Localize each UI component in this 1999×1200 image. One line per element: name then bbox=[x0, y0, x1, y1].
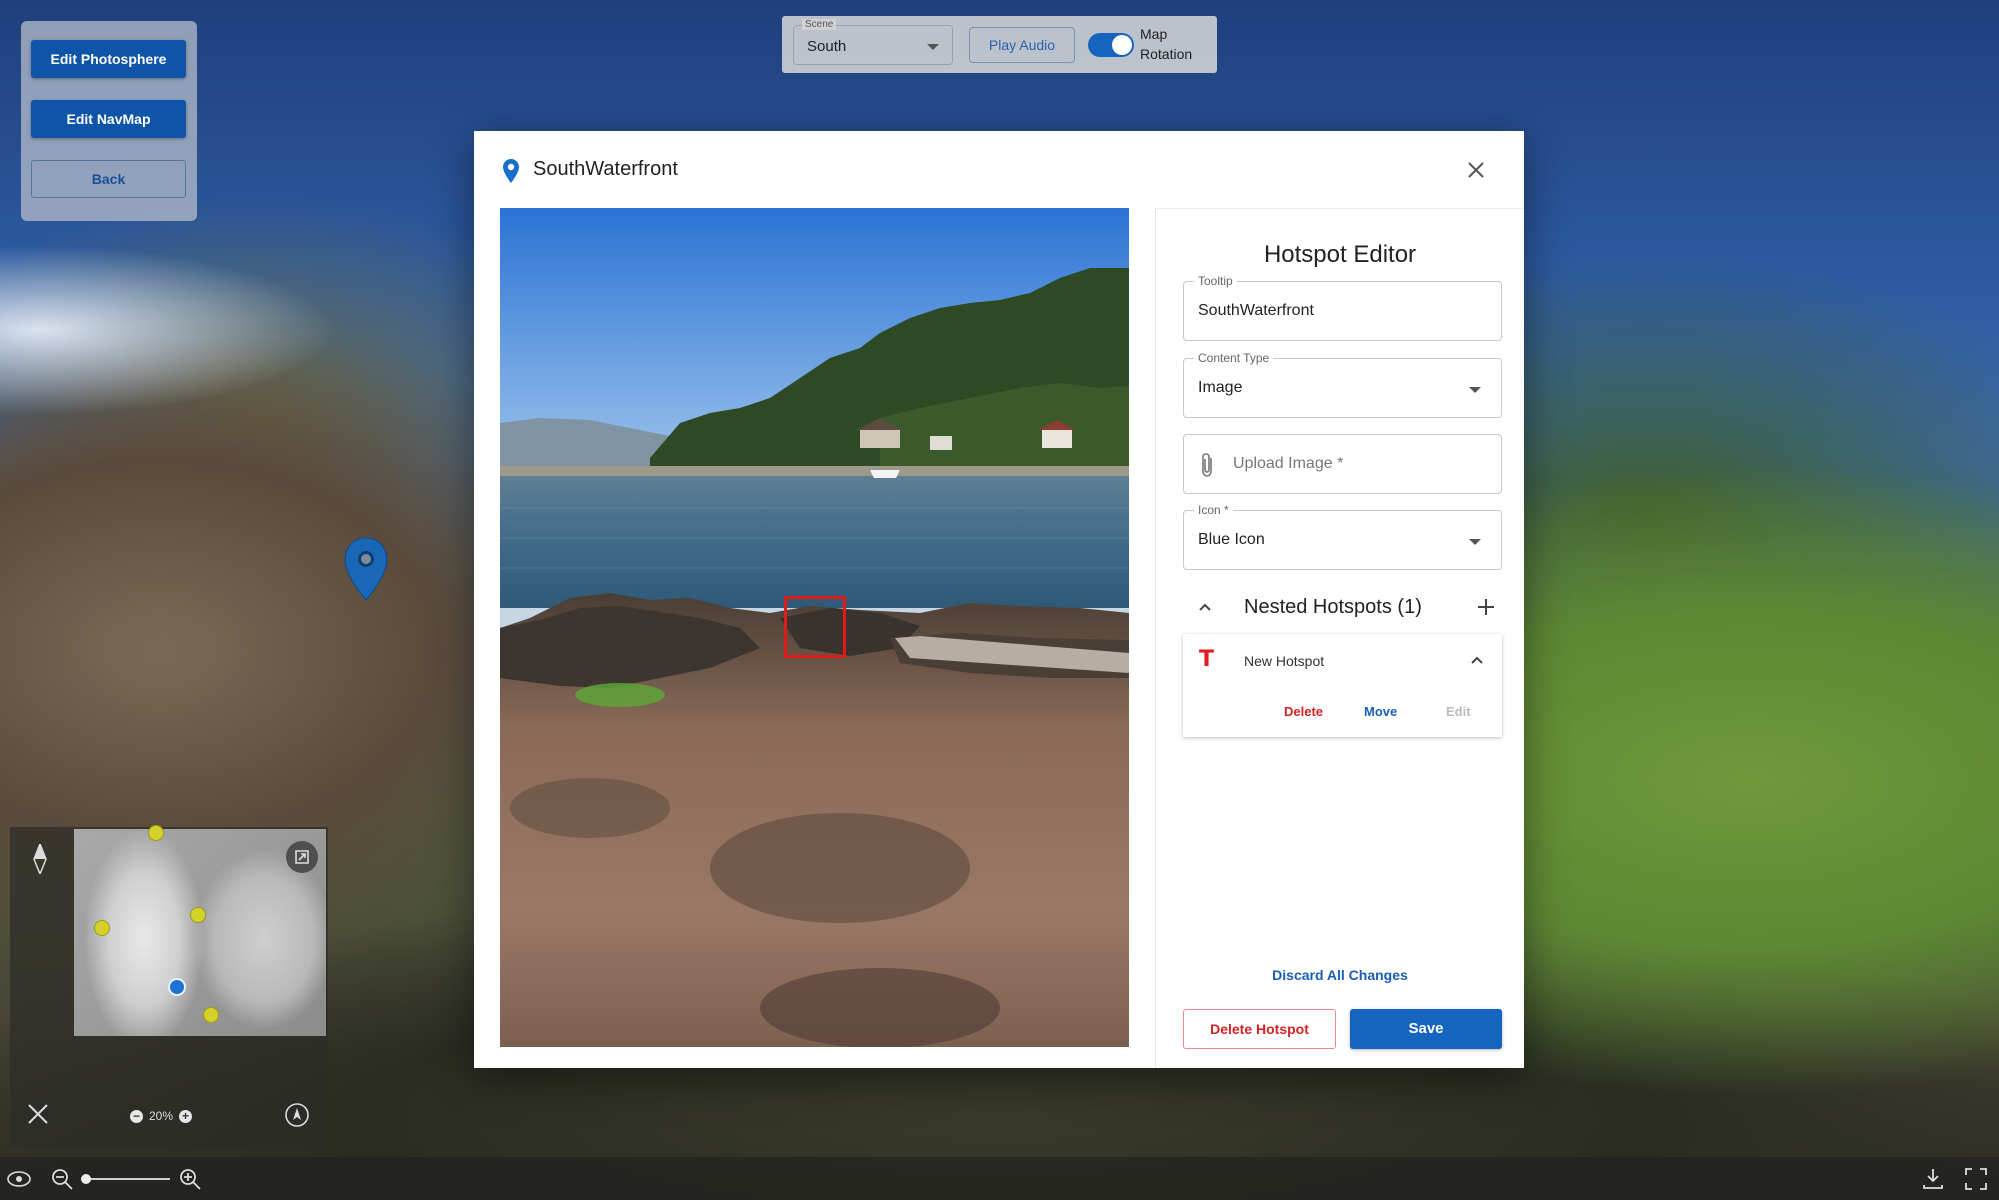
minimap-zoom-controls: − 20% + bbox=[130, 1109, 193, 1123]
map-hotspot-dot[interactable] bbox=[148, 825, 164, 841]
scene-select-value: South bbox=[807, 38, 847, 55]
tooltip-value: SouthWaterfront bbox=[1198, 302, 1314, 319]
nested-hotspots-title: Nested Hotspots (1) bbox=[1244, 596, 1422, 618]
zoom-slider-thumb[interactable] bbox=[81, 1174, 91, 1184]
minimap-image[interactable] bbox=[74, 825, 326, 1036]
viewer-toolbar bbox=[0, 1157, 1999, 1200]
content-type-select[interactable]: Content Type Image bbox=[1183, 351, 1502, 418]
upload-image-field[interactable]: Upload Image * bbox=[1183, 434, 1502, 494]
nested-hotspot-item[interactable]: T New Hotspot Delete Move Edit bbox=[1183, 634, 1502, 737]
close-map-icon[interactable] bbox=[26, 1102, 50, 1126]
discard-changes-button[interactable]: Discard All Changes bbox=[1156, 967, 1524, 983]
caret-down-icon bbox=[927, 44, 939, 50]
edit-panel: Edit Photosphere Edit NavMap Back bbox=[21, 21, 197, 221]
add-nested-hotspot-icon[interactable] bbox=[1476, 597, 1496, 617]
icon-value: Blue Icon bbox=[1198, 531, 1265, 548]
locate-icon[interactable] bbox=[283, 1101, 311, 1129]
minimap-panel: − 20% + bbox=[10, 825, 328, 1147]
nested-hotspots-header: Nested Hotspots (1) bbox=[1183, 587, 1502, 627]
zoom-slider[interactable] bbox=[85, 1178, 170, 1180]
nested-hotspot-name: New Hotspot bbox=[1244, 653, 1325, 669]
minimap-zoom-level: 20% bbox=[149, 1109, 174, 1123]
editor-heading: Hotspot Editor bbox=[1263, 241, 1417, 268]
hotspot-pin-icon[interactable] bbox=[343, 536, 389, 602]
chevron-up-icon[interactable] bbox=[1197, 599, 1213, 615]
caret-down-icon bbox=[1469, 539, 1481, 545]
icon-select[interactable]: Icon * Blue Icon bbox=[1183, 503, 1502, 570]
play-audio-button[interactable]: Play Audio bbox=[969, 27, 1075, 63]
scene-toolbar: Scene South Play Audio Map Rotation bbox=[782, 16, 1217, 73]
back-button[interactable]: Back bbox=[31, 160, 186, 198]
nested-hotspot-marker[interactable] bbox=[784, 596, 846, 658]
content-type-value: Image bbox=[1198, 379, 1243, 396]
map-rotation-toggle[interactable] bbox=[1088, 33, 1134, 57]
fullscreen-icon[interactable] bbox=[1963, 1166, 1989, 1192]
toggle-knob bbox=[1112, 35, 1132, 55]
icon-label: Icon * bbox=[1194, 503, 1233, 517]
text-type-icon: T bbox=[1199, 647, 1215, 672]
download-icon[interactable] bbox=[1920, 1166, 1946, 1192]
view-icon[interactable] bbox=[6, 1166, 32, 1192]
modal-header: SouthWaterfront bbox=[474, 131, 1524, 207]
upload-image-placeholder: Upload Image * bbox=[1233, 455, 1344, 472]
paperclip-icon bbox=[1202, 453, 1212, 477]
modal-title: SouthWaterfront bbox=[533, 158, 678, 180]
expand-icon bbox=[295, 850, 309, 864]
map-hotspot-dot[interactable] bbox=[190, 907, 206, 923]
hotspot-editor-panel: Hotspot Editor Tooltip SouthWaterfront C… bbox=[1155, 208, 1524, 1068]
content-type-label: Content Type bbox=[1194, 351, 1274, 365]
edit-photosphere-button[interactable]: Edit Photosphere bbox=[31, 40, 186, 78]
zoom-in-icon[interactable] bbox=[177, 1166, 203, 1192]
location-pin-icon bbox=[503, 159, 519, 183]
delete-hotspot-button[interactable]: Delete Hotspot bbox=[1183, 1009, 1336, 1049]
nested-move-button[interactable]: Move bbox=[1364, 704, 1397, 719]
chevron-up-icon[interactable] bbox=[1469, 652, 1485, 668]
map-hotspot-dot[interactable] bbox=[203, 1007, 219, 1023]
caret-down-icon bbox=[1469, 387, 1481, 393]
map-hotspot-dot[interactable] bbox=[94, 920, 110, 936]
current-location-dot[interactable] bbox=[168, 978, 186, 996]
close-icon[interactable] bbox=[1466, 160, 1486, 180]
map-rotation-label: Map Rotation bbox=[1140, 26, 1193, 62]
tooltip-label: Tooltip bbox=[1194, 274, 1237, 288]
scene-select[interactable]: Scene South bbox=[793, 19, 953, 65]
hotspot-modal: SouthWaterfront Hotspot Editor Tooltip S… bbox=[474, 131, 1524, 1068]
compass-icon[interactable] bbox=[32, 844, 48, 874]
scene-select-label: Scene bbox=[802, 19, 837, 30]
zoom-out-icon[interactable]: − bbox=[130, 1109, 143, 1123]
edit-navmap-button[interactable]: Edit NavMap bbox=[31, 100, 186, 138]
nested-edit-button[interactable]: Edit bbox=[1446, 704, 1471, 719]
save-button[interactable]: Save bbox=[1350, 1009, 1502, 1049]
nested-delete-button[interactable]: Delete bbox=[1284, 704, 1323, 719]
zoom-in-icon[interactable]: + bbox=[179, 1109, 193, 1123]
zoom-out-icon[interactable] bbox=[49, 1166, 75, 1192]
tooltip-field[interactable]: Tooltip SouthWaterfront bbox=[1183, 274, 1502, 341]
expand-map-button[interactable] bbox=[286, 841, 318, 873]
